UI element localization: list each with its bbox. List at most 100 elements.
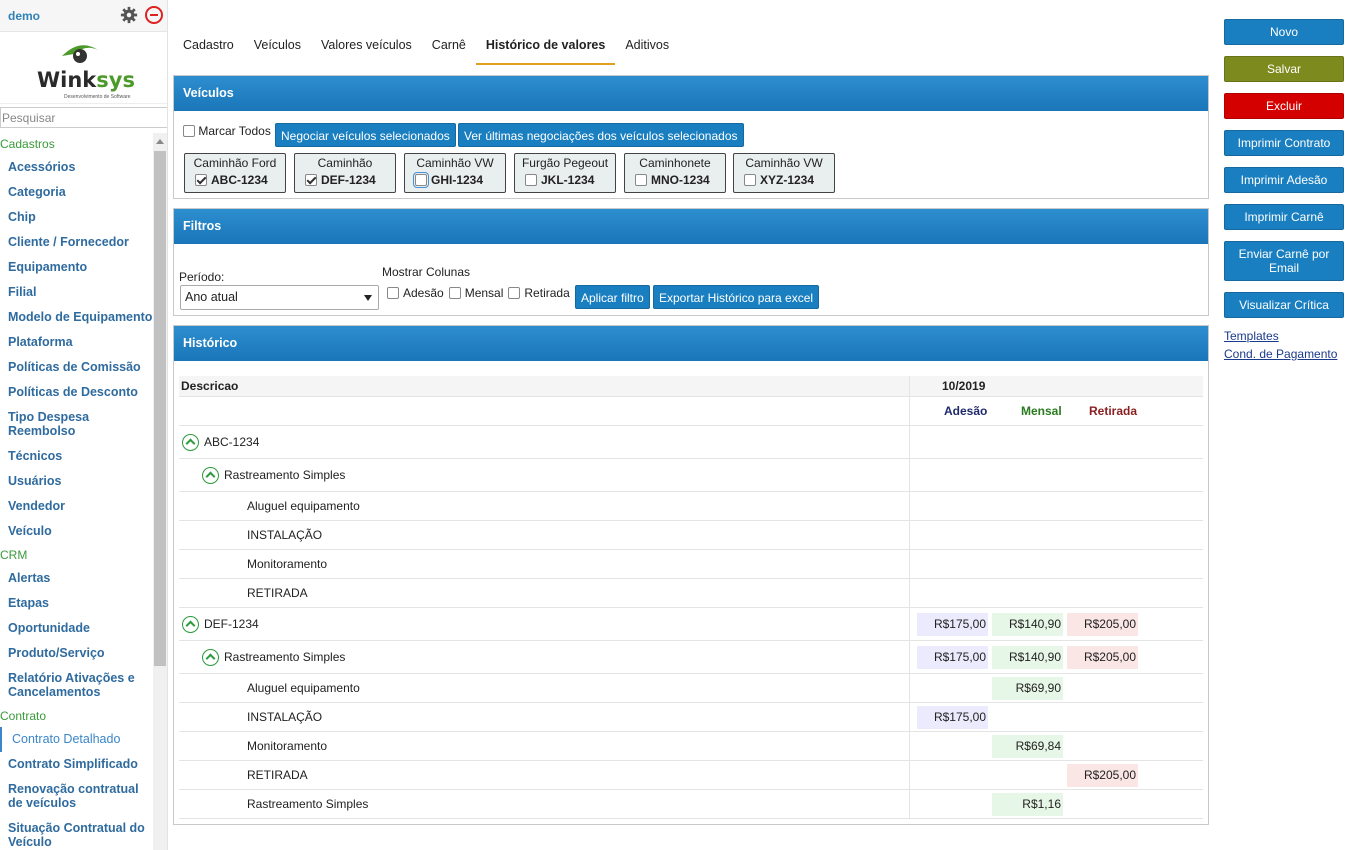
row-description: Monitoramento bbox=[247, 557, 328, 571]
sidebar-scrollbar[interactable] bbox=[153, 133, 167, 850]
select-all-checkbox[interactable]: Marcar Todos bbox=[183, 124, 271, 138]
vehicle-card[interactable]: Caminhão VW GHI-1234 bbox=[404, 153, 506, 193]
column-checkbox-mensal[interactable]: Mensal bbox=[448, 286, 503, 300]
novo-button[interactable]: Novo bbox=[1224, 19, 1344, 45]
checkbox-icon[interactable] bbox=[387, 287, 399, 299]
sidebar-item-tipo-despesa-reembolso[interactable]: Tipo Despesa Reembolso bbox=[0, 405, 153, 444]
sidebar-item-equipamento[interactable]: Equipamento bbox=[0, 255, 153, 280]
sidebar: demo Winksys Desenvolvimento de Software… bbox=[0, 0, 168, 850]
vehicle-checkbox[interactable] bbox=[525, 174, 537, 186]
vehicle-name: Caminhão bbox=[317, 156, 373, 170]
sidebar-item-plataforma[interactable]: Plataforma bbox=[0, 330, 153, 355]
sidebar-item-categoria[interactable]: Categoria bbox=[0, 180, 153, 205]
logo-subtitle: Desenvolvimento de Software bbox=[64, 94, 131, 100]
vehicle-checkbox[interactable] bbox=[635, 174, 647, 186]
templates-link[interactable]: Templates bbox=[1224, 327, 1344, 345]
salvar-button[interactable]: Salvar bbox=[1224, 56, 1344, 82]
gear-icon[interactable] bbox=[120, 6, 138, 24]
collapse-toggle-icon[interactable] bbox=[182, 434, 199, 452]
sidebar-item-politicas-de-comissao[interactable]: Políticas de Comissão bbox=[0, 355, 153, 380]
sidebar-item-acessorios[interactable]: Acessórios bbox=[0, 155, 153, 180]
vehicle-checkbox[interactable] bbox=[744, 174, 756, 186]
sidebar-item-alertas[interactable]: Alertas bbox=[0, 566, 153, 591]
period-select[interactable]: Ano atual bbox=[180, 285, 379, 310]
row-description: RETIRADA bbox=[247, 586, 308, 600]
sidebar-item-relatorio-ativacoes-e-cancelamentos[interactable]: Relatório Ativações e Cancelamentos bbox=[0, 666, 153, 705]
sidebar-item-vendedor[interactable]: Vendedor bbox=[0, 494, 153, 519]
enviar-carne-por-email-button[interactable]: Enviar Carnê por Email bbox=[1224, 241, 1344, 281]
sidebar-item-contrato-detalhado[interactable]: Contrato Detalhado bbox=[0, 727, 153, 752]
vehicle-card[interactable]: Caminhão DEF-1234 bbox=[294, 153, 396, 193]
vehicle-checkbox[interactable] bbox=[195, 174, 207, 186]
sidebar-item-produto-servico[interactable]: Produto/Serviço bbox=[0, 641, 153, 666]
imprimir-contrato-button[interactable]: Imprimir Contrato bbox=[1224, 130, 1344, 156]
tab-valores-veiculos[interactable]: Valores veículos bbox=[311, 30, 422, 65]
column-checkbox-adesao[interactable]: Adesão bbox=[387, 286, 444, 300]
sidebar-item-situacao-contratual-do-veiculo[interactable]: Situação Contratual do Veículo bbox=[0, 816, 153, 850]
history-rows: ABC-1234 Rastreamento Simples Aluguel equi… bbox=[179, 426, 1203, 819]
sidebar-item-usuarios[interactable]: Usuários bbox=[0, 469, 153, 494]
value-retirada: R$205,00 bbox=[1067, 646, 1138, 669]
menu-group-cadastros[interactable]: Cadastros bbox=[0, 133, 153, 155]
table-row: Aluguel equipamento bbox=[179, 492, 1203, 521]
sidebar-item-tecnicos[interactable]: Técnicos bbox=[0, 444, 153, 469]
search-input[interactable] bbox=[0, 107, 167, 128]
history-table: Descricao 10/2019 Adesão Mensal Retirada… bbox=[179, 376, 1203, 819]
sidebar-top: demo bbox=[0, 0, 167, 32]
sidebar-item-chip[interactable]: Chip bbox=[0, 205, 153, 230]
vehicle-name: Caminhão VW bbox=[416, 156, 494, 170]
menu-group-crm[interactable]: CRM bbox=[0, 544, 153, 566]
last-negotiations-button[interactable]: Ver últimas negociações dos veículos sel… bbox=[458, 123, 744, 147]
table-row: Aluguel equipamento R$69,90 bbox=[179, 674, 1203, 703]
vehicle-card[interactable]: Caminhão VW XYZ-1234 bbox=[733, 153, 835, 193]
collapse-toggle-icon[interactable] bbox=[202, 649, 219, 667]
tab-historico-de-valores[interactable]: Histórico de valores bbox=[475, 30, 616, 65]
sidebar-item-renovacao-contratual-de-veiculos[interactable]: Renovação contratual de veículos bbox=[0, 777, 153, 816]
sidebar-item-cliente-fornecedor[interactable]: Cliente / Fornecedor bbox=[0, 230, 153, 255]
tab-aditivos[interactable]: Aditivos bbox=[615, 30, 679, 65]
value-mensal: R$140,90 bbox=[992, 613, 1063, 636]
vehicle-checkbox[interactable] bbox=[413, 172, 429, 188]
column-header-period: 10/2019 bbox=[942, 379, 986, 393]
scroll-up-icon[interactable] bbox=[156, 139, 164, 144]
checkbox-icon[interactable] bbox=[508, 287, 521, 299]
sidebar-item-veiculo[interactable]: Veículo bbox=[0, 519, 153, 544]
table-row: RETIRADA bbox=[179, 579, 1203, 608]
tab-cadastro[interactable]: Cadastro bbox=[173, 30, 244, 65]
tab-carne[interactable]: Carnê bbox=[422, 30, 476, 65]
sidebar-item-contrato-simplificado[interactable]: Contrato Simplificado bbox=[0, 752, 153, 777]
row-description: Aluguel equipamento bbox=[247, 499, 360, 513]
negotiate-selected-button[interactable]: Negociar veículos selecionados bbox=[275, 123, 456, 147]
column-header-retirada: Retirada bbox=[1089, 404, 1138, 418]
sidebar-item-etapas[interactable]: Etapas bbox=[0, 591, 153, 616]
sidebar-item-modelo-de-equipamento[interactable]: Modelo de Equipamento bbox=[0, 305, 153, 330]
value-adesao: R$175,00 bbox=[917, 646, 988, 669]
collapse-toggle-icon[interactable] bbox=[202, 467, 219, 485]
vehicle-card[interactable]: Caminhonete MNO-1234 bbox=[624, 153, 726, 193]
vehicle-checkbox[interactable] bbox=[305, 174, 317, 186]
user-name[interactable]: demo bbox=[8, 9, 40, 23]
vehicle-card[interactable]: Caminhão Ford ABC-1234 bbox=[184, 153, 286, 193]
column-checkbox-retirada[interactable]: Retirada bbox=[508, 286, 570, 300]
sidebar-item-oportunidade[interactable]: Oportunidade bbox=[0, 616, 153, 641]
excluir-button[interactable]: Excluir bbox=[1224, 93, 1344, 119]
imprimir-adesao-button[interactable]: Imprimir Adesão bbox=[1224, 167, 1344, 193]
checkbox-icon[interactable] bbox=[183, 125, 195, 137]
sidebar-item-filial[interactable]: Filial bbox=[0, 280, 153, 305]
checkbox-icon[interactable] bbox=[448, 287, 461, 299]
vehicle-card[interactable]: Furgão Pegeout JKL-1234 bbox=[514, 153, 616, 193]
apply-filter-button[interactable]: Aplicar filtro bbox=[575, 285, 650, 309]
export-excel-button[interactable]: Exportar Histórico para excel bbox=[653, 285, 820, 309]
vehicle-plate: JKL-1234 bbox=[541, 173, 595, 187]
collapse-toggle-icon[interactable] bbox=[182, 616, 199, 634]
column-header-description: Descricao bbox=[179, 376, 910, 396]
menu-group-contrato[interactable]: Contrato bbox=[0, 705, 153, 727]
sidebar-item-politicas-de-desconto[interactable]: Políticas de Desconto bbox=[0, 380, 153, 405]
tab-veiculos[interactable]: Veículos bbox=[244, 30, 311, 65]
table-row: ABC-1234 bbox=[179, 426, 1203, 459]
logout-icon[interactable] bbox=[145, 6, 163, 24]
scroll-thumb[interactable] bbox=[154, 151, 166, 666]
imprimir-carne-button[interactable]: Imprimir Carnê bbox=[1224, 204, 1344, 230]
visualizar-critica-button[interactable]: Visualizar Crítica bbox=[1224, 292, 1344, 318]
cond-de-pagamento-link[interactable]: Cond. de Pagamento bbox=[1224, 345, 1344, 363]
